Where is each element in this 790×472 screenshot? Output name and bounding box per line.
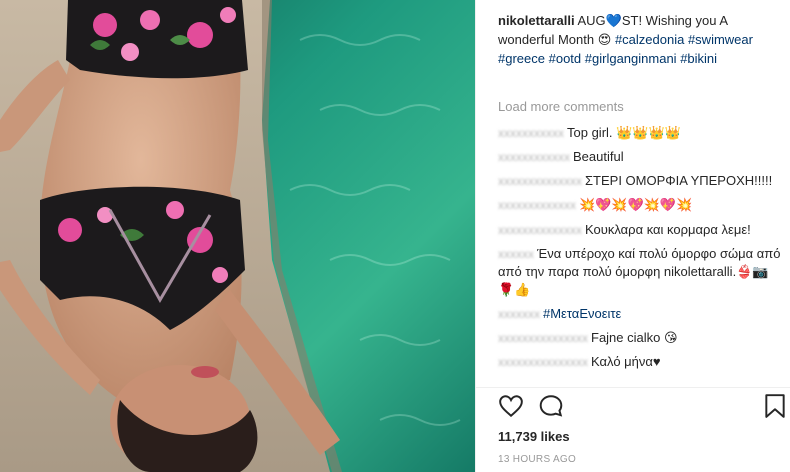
comments-list: xxxxxxxxxxx Top girl. 👑👑👑👑 xxxxxxxxxxxx Be… — [498, 124, 783, 377]
post-actions-bar — [498, 393, 788, 423]
comment-text: Beautiful — [573, 149, 624, 164]
comment-username-redacted[interactable]: xxxxxxxxxxx — [498, 124, 564, 142]
comment-text: Καλό μήνα♥ — [591, 354, 661, 369]
comment-username-redacted[interactable]: xxxxxxxxxxxxxxx — [498, 353, 588, 371]
comment-item: xxxxxxxxxxxxxxx Καλό μήνα♥ — [498, 353, 783, 371]
load-more-comments-link[interactable]: Load more comments — [498, 99, 624, 114]
comment-item: xxxxxxxxxxxx Beautiful — [498, 148, 783, 166]
bookmark-icon[interactable] — [764, 393, 786, 424]
blue-heart-emoji: 💙 — [605, 14, 622, 29]
hashtag-link[interactable]: #bikini — [680, 51, 717, 66]
comment-username-redacted[interactable]: xxxxxxx — [498, 305, 540, 323]
comment-item: xxxxxxxxxxxxx 💥💖💥💖💥💖💥 — [498, 196, 783, 215]
likes-count[interactable]: 11,739 likes — [498, 429, 570, 444]
comment-text: Fajne cialko 😘 — [591, 330, 678, 345]
heart-eyes-emoji: 😍 — [597, 33, 612, 48]
comment-text: 💥💖💥💖💥💖💥 — [579, 198, 693, 213]
comment-username-redacted[interactable]: xxxxxxxxxxxxxxx — [498, 329, 588, 347]
hashtag-link[interactable]: #girlganginmani — [585, 51, 677, 66]
hashtag-link[interactable]: #calzedonia — [615, 32, 684, 47]
comment-item: xxxxxxx #ΜεταΕνοειτε — [498, 305, 783, 323]
comment-username-redacted[interactable]: xxxxxxxxxxxxxx — [498, 172, 582, 190]
post-timestamp[interactable]: 13 HOURS AGO — [498, 454, 576, 465]
hashtag-link[interactable]: #ootd — [549, 51, 582, 66]
comment-username-redacted[interactable]: xxxxxxxxxxxxx — [498, 196, 576, 214]
comment-text: Ένα υπέροχο καί πολύ όμορφο σώμα από από… — [498, 246, 781, 297]
comment-text: Κουκλαρα και κορμαρα λεμε! — [585, 222, 751, 237]
caption-text: AUG — [577, 13, 606, 28]
caption-username[interactable]: nikolettaralli — [498, 13, 575, 28]
comment-username-redacted[interactable]: xxxxxx — [498, 245, 534, 263]
comment-hashtag-link[interactable]: #ΜεταΕνοειτε — [543, 306, 621, 321]
hashtag-link[interactable]: #swimwear — [688, 32, 753, 47]
comment-item: xxxxxx Ένα υπέροχο καί πολύ όμορφο σώμα α… — [498, 245, 783, 299]
comment-username-redacted[interactable]: xxxxxxxxxxxx — [498, 148, 570, 166]
comment-text: ΣΤΕΡΙ ΟΜΟΡΦΙΑ ΥΠΕΡΟΧΗ!!!!! — [585, 173, 773, 188]
comment-username-redacted[interactable]: xxxxxxxxxxxxxx — [498, 221, 582, 239]
comment-bubble-icon[interactable] — [538, 393, 564, 424]
comment-item: xxxxxxxxxxxxxx Κουκλαρα και κορμαρα λεμε! — [498, 221, 783, 239]
comment-item: xxxxxxxxxxxxxx ΣΤΕΡΙ ΟΜΟΡΦΙΑ ΥΠΕΡΟΧΗ!!!!! — [498, 172, 783, 190]
comment-text: Top girl. 👑👑👑👑 — [567, 125, 681, 140]
post-photo[interactable] — [0, 0, 475, 472]
actions-divider — [476, 387, 790, 388]
heart-outline-icon[interactable] — [498, 393, 524, 424]
post-side-panel: nikolettaralli AUG💙ST! Wishing you A won… — [475, 0, 790, 472]
comment-item: xxxxxxxxxxx Top girl. 👑👑👑👑 — [498, 124, 783, 142]
comment-item: xxxxxxxxxxxxxxx Fajne cialko 😘 — [498, 329, 783, 347]
post-caption: nikolettaralli AUG💙ST! Wishing you A won… — [498, 12, 783, 68]
hashtag-link[interactable]: #greece — [498, 51, 545, 66]
